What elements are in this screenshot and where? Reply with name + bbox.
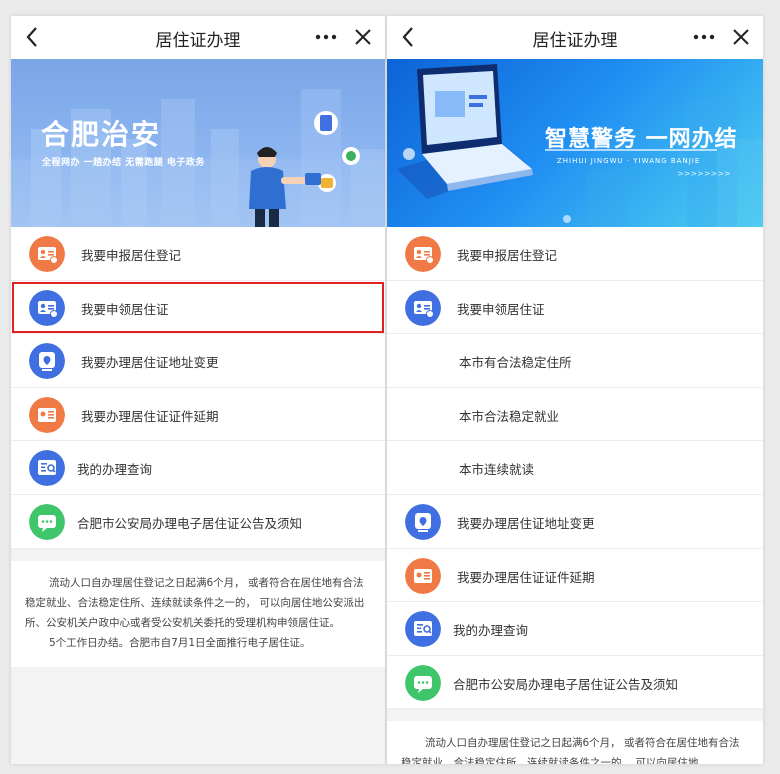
list-item-address-change[interactable]: 我要办理居住证地址变更 bbox=[11, 334, 385, 388]
list-item-label: 我要办理居住证证件延期 bbox=[81, 408, 219, 424]
notice-text-block: 流动人口自办理居住登记之日起满6个月， 或者符合在居住地有合法稳定就业、合法稳定… bbox=[11, 560, 385, 667]
list-item-label: 我要申报居住登记 bbox=[457, 248, 558, 263]
id-card-blue-icon bbox=[405, 289, 441, 326]
list-item-extension[interactable]: 我要办理居住证证件延期 bbox=[387, 549, 763, 603]
notice-paragraph: 流动人口自办理居住登记之日起满6个月， 或者符合在居住地有合法稳定就业、合法稳定… bbox=[401, 737, 740, 764]
search-list-icon bbox=[405, 611, 441, 648]
more-options-icon[interactable] bbox=[690, 24, 718, 50]
phone-screen-right: 居住证办理 智慧警务 一网办结 ZHIHUI JINGWU · YIWANG B… bbox=[387, 16, 763, 764]
list-item-apply-residence-permit[interactable]: 我要申领居住证 bbox=[11, 281, 385, 335]
list-item-my-query[interactable]: 我的办理查询 bbox=[11, 441, 385, 495]
banner-headline: 智慧警务 一网办结 bbox=[545, 126, 738, 152]
banner-arrows: >>>>>>>> bbox=[677, 169, 731, 178]
list-item-label: 我要办理居住证地址变更 bbox=[81, 355, 219, 371]
service-list: 我要申报居住登记 我要申领居住证 本市有合法稳定住所 本市合法稳定就业 本市连续… bbox=[387, 227, 763, 710]
search-list-icon bbox=[29, 450, 65, 487]
list-item-label: 我要办理居住证地址变更 bbox=[457, 515, 595, 531]
id-card-orange-icon bbox=[29, 236, 65, 272]
notice-text-block: 流动人口自办理居住登记之日起满6个月， 或者符合在居住地有合法稳定就业、合法稳定… bbox=[387, 721, 763, 764]
list-item-label: 我要申领居住证 bbox=[81, 301, 169, 317]
banner-subtitle: 全程网办 一趟办结 无需跑腿 电子政务 bbox=[42, 158, 205, 168]
id-card-blue-icon bbox=[29, 289, 65, 326]
promo-banner: 智慧警务 一网办结 ZHIHUI JINGWU · YIWANG BANJIE … bbox=[387, 59, 763, 227]
banner-headline: 合肥治安 bbox=[41, 118, 162, 151]
list-item-residence-registration[interactable]: 我要申报居住登记 bbox=[387, 227, 763, 281]
list-item-label: 我要办理居住证证件延期 bbox=[457, 569, 595, 585]
list-item-announcement[interactable]: 合肥市公安局办理电子居住证公告及须知 bbox=[11, 495, 385, 549]
screenshot-frame: 居住证办理 合肥治安 全程网办 一趟办结 无需跑腿 电子政务 我要申报居住登记 … bbox=[0, 0, 780, 774]
sub-option-continuous-study[interactable]: 本市连续就读 bbox=[387, 441, 763, 495]
list-item-label: 我要申报居住登记 bbox=[81, 248, 182, 263]
sub-option-stable-employment[interactable]: 本市合法稳定就业 bbox=[387, 388, 763, 442]
promo-banner: 合肥治安 全程网办 一趟办结 无需跑腿 电子政务 bbox=[11, 59, 385, 227]
card-extension-icon bbox=[405, 557, 441, 594]
list-item-my-query[interactable]: 我的办理查询 bbox=[387, 602, 763, 656]
list-item-label: 我要申领居住证 bbox=[457, 301, 545, 317]
sub-option-label: 本市合法稳定就业 bbox=[459, 408, 560, 424]
card-extension-icon bbox=[29, 396, 65, 433]
service-list: 我要申报居住登记 我要申领居住证 我要办理居住证地址变更 我要办理居住证证件延期… bbox=[11, 227, 385, 549]
notice-paragraph: 流动人口自办理居住登记之日起满6个月， 或者符合在居住地有合法稳定就业、合法稳定… bbox=[25, 576, 365, 629]
notice-paragraph: 5个工作日办结。合肥市自7月1日全面推行电子居住证。 bbox=[49, 636, 311, 649]
phone-screen-left: 居住证办理 合肥治安 全程网办 一趟办结 无需跑腿 电子政务 我要申报居住登记 … bbox=[11, 16, 385, 764]
list-item-label: 我的办理查询 bbox=[77, 462, 153, 478]
more-options-icon[interactable] bbox=[312, 24, 340, 50]
sub-option-label: 本市连续就读 bbox=[459, 462, 535, 478]
list-item-residence-registration[interactable]: 我要申报居住登记 bbox=[11, 227, 385, 281]
list-item-label: 合肥市公安局办理电子居住证公告及须知 bbox=[77, 515, 303, 531]
location-pin-icon bbox=[405, 503, 441, 540]
list-item-label: 我的办理查询 bbox=[453, 623, 529, 639]
nav-bar: 居住证办理 bbox=[387, 16, 763, 59]
list-item-label: 合肥市公安局办理电子居住证公告及须知 bbox=[453, 676, 679, 692]
id-card-orange-icon bbox=[405, 236, 441, 272]
location-pin-icon bbox=[29, 343, 65, 380]
message-icon bbox=[405, 664, 441, 701]
list-item-extension[interactable]: 我要办理居住证证件延期 bbox=[11, 388, 385, 442]
sub-option-label: 本市有合法稳定住所 bbox=[459, 355, 572, 371]
close-icon[interactable] bbox=[351, 25, 375, 49]
message-icon bbox=[29, 503, 65, 540]
nav-bar: 居住证办理 bbox=[11, 16, 385, 59]
sub-option-stable-residence[interactable]: 本市有合法稳定住所 bbox=[387, 334, 763, 388]
list-item-announcement[interactable]: 合肥市公安局办理电子居住证公告及须知 bbox=[387, 656, 763, 710]
close-icon[interactable] bbox=[729, 25, 753, 49]
list-item-apply-residence-permit[interactable]: 我要申领居住证 bbox=[387, 281, 763, 335]
banner-pinyin: ZHIHUI JINGWU · YIWANG BANJIE bbox=[557, 157, 701, 165]
list-item-address-change[interactable]: 我要办理居住证地址变更 bbox=[387, 495, 763, 549]
